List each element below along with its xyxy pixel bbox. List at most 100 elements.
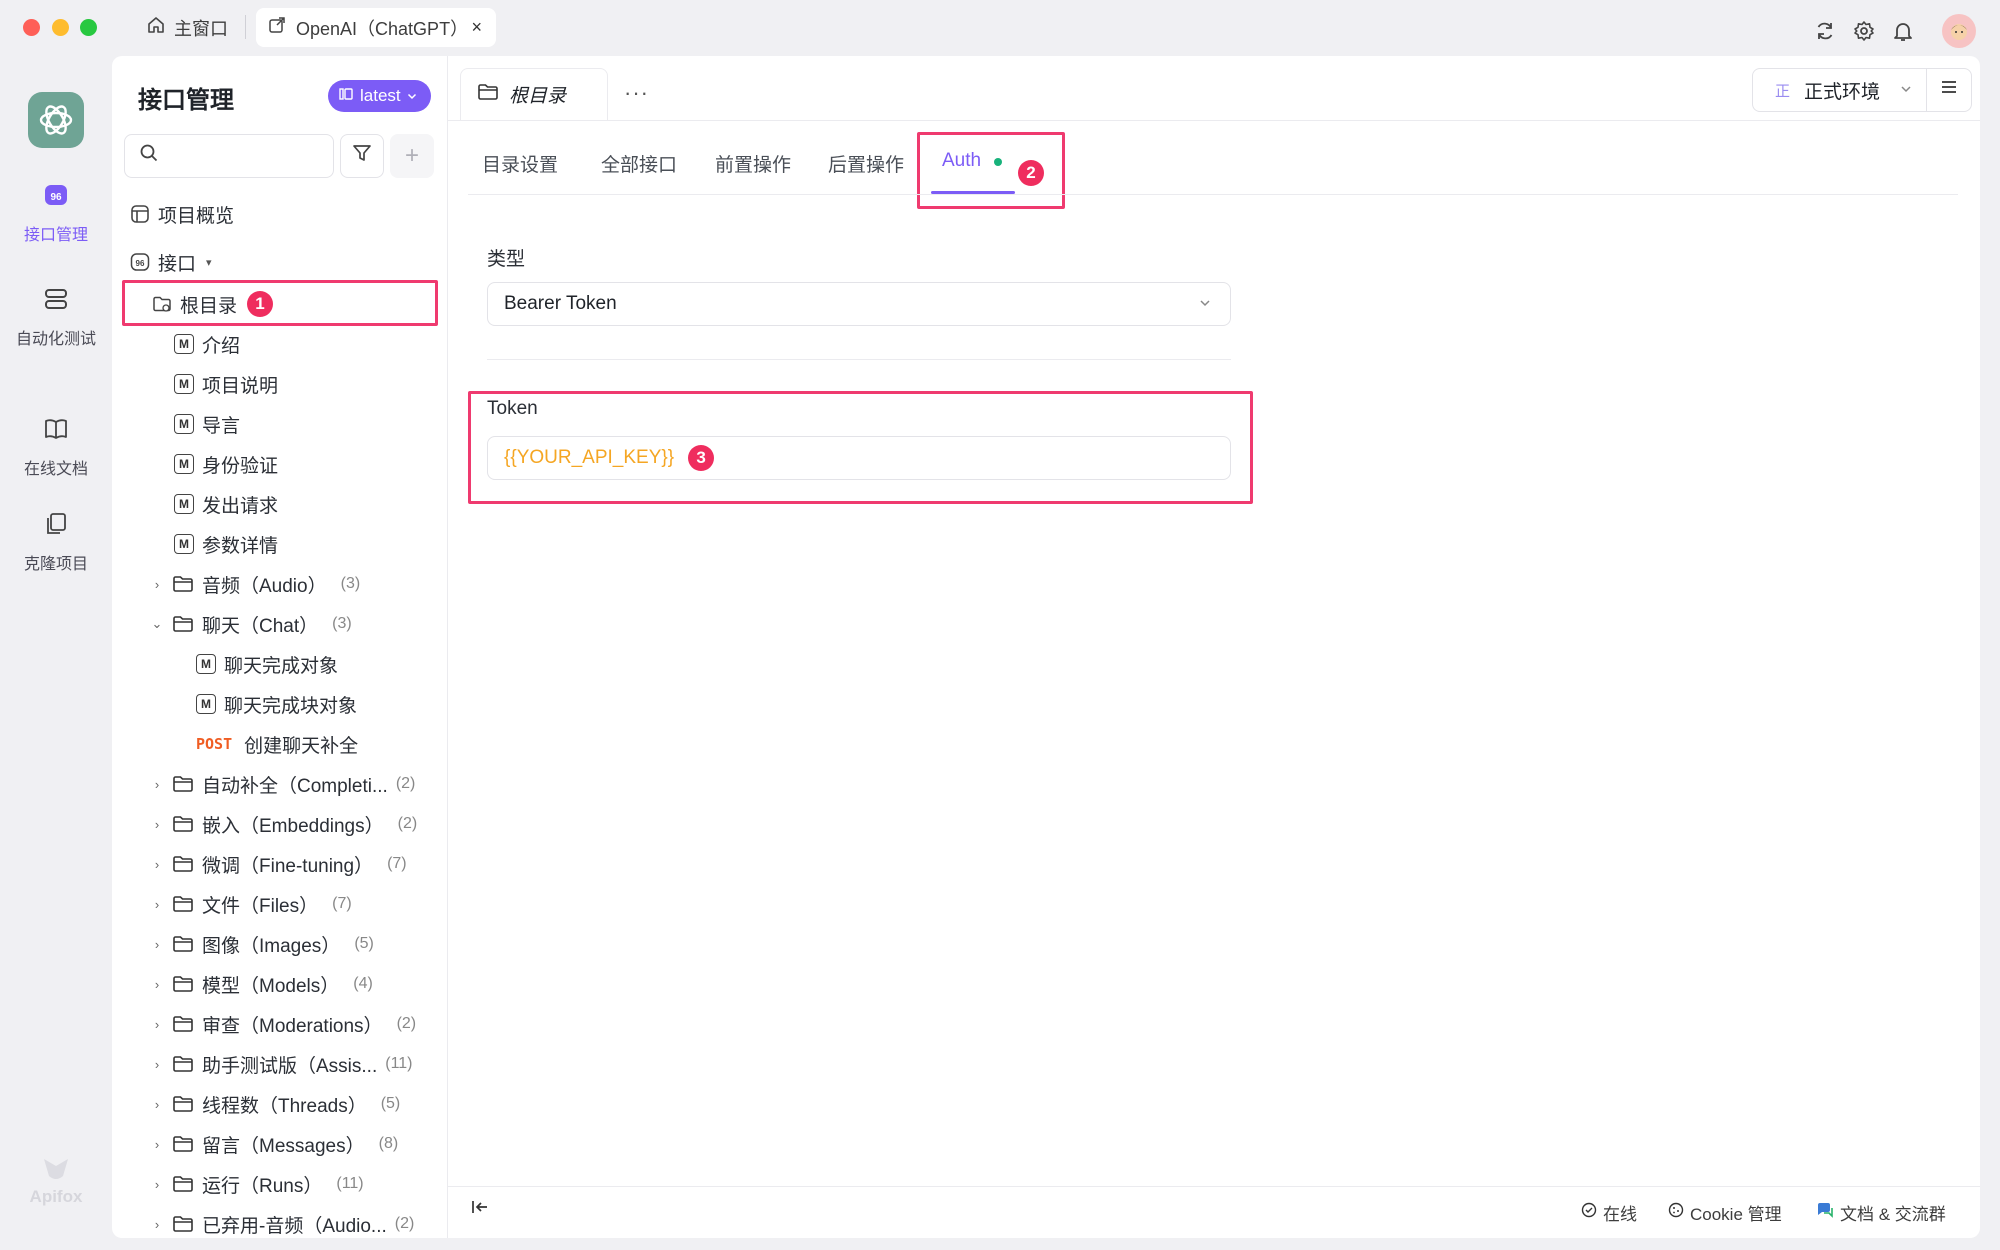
chevron-down-icon bbox=[1900, 82, 1912, 98]
left-nav-rail: 96 接口管理 自动化测试 在线文档 克隆项目 Apifox bbox=[0, 56, 112, 1250]
tree-folder[interactable]: › 文件（Files） (7) bbox=[112, 884, 447, 924]
collapse-sidebar-icon[interactable] bbox=[470, 1198, 490, 1221]
tree-count: (8) bbox=[378, 1135, 399, 1152]
nav-automation-test[interactable]: 自动化测试 bbox=[0, 286, 112, 349]
tree-folder[interactable]: › 模型（Models） (4) bbox=[112, 964, 447, 1004]
openai-logo-icon[interactable] bbox=[28, 92, 84, 148]
close-tab-icon[interactable]: × bbox=[471, 17, 482, 38]
title-bar: 主窗口 OpenAI（ChatGPT） × bbox=[0, 0, 2000, 56]
nav-label: 自动化测试 bbox=[15, 331, 96, 348]
tree-item-doc[interactable]: M 发出请求 bbox=[112, 484, 447, 524]
tree-label: 参数详情 bbox=[202, 535, 279, 557]
tree-label: 运行（Runs） bbox=[202, 1175, 323, 1197]
sidebar-search-input[interactable] bbox=[124, 134, 334, 178]
folder-icon bbox=[477, 82, 499, 108]
tree-item-api-root[interactable]: 96 接口 ▾ bbox=[112, 242, 447, 282]
folder-icon bbox=[172, 1134, 194, 1154]
tab-post-operations[interactable]: 后置操作 bbox=[828, 150, 904, 177]
folder-icon bbox=[172, 1214, 194, 1234]
close-window-button[interactable] bbox=[23, 19, 40, 36]
divider bbox=[487, 359, 1231, 360]
tree-folder[interactable]: › 留言（Messages） (8) bbox=[112, 1124, 447, 1164]
highlight-box-auth bbox=[917, 132, 1065, 209]
tree-folder[interactable]: › 图像（Images） (5) bbox=[112, 924, 447, 964]
folder-icon bbox=[172, 854, 194, 874]
folder-icon bbox=[172, 934, 194, 954]
more-icon[interactable]: ··· bbox=[624, 80, 649, 106]
folder-icon bbox=[172, 614, 194, 634]
home-icon bbox=[146, 15, 166, 40]
doc-tab-root[interactable]: 根目录 bbox=[460, 68, 608, 120]
tree-item-endpoint[interactable]: POST 创建聊天补全 bbox=[112, 724, 447, 764]
tree-label: 自动补全（Completi... bbox=[202, 775, 388, 797]
tree-folder[interactable]: › 审查（Moderations） (2) bbox=[112, 1004, 447, 1044]
tree-count: (11) bbox=[385, 1055, 413, 1072]
cookie-manager[interactable]: Cookie 管理 bbox=[1668, 1200, 1782, 1225]
sidebar-title: 接口管理 bbox=[138, 87, 234, 114]
tree-folder[interactable]: › 嵌入（Embeddings） (2) bbox=[112, 804, 447, 844]
refresh-icon[interactable] bbox=[1811, 17, 1839, 45]
tab-directory-settings[interactable]: 目录设置 bbox=[482, 150, 558, 177]
docs-community[interactable]: 文档 & 交流群 bbox=[1816, 1200, 1946, 1225]
nav-api-management[interactable]: 96 接口管理 bbox=[0, 182, 112, 245]
tree-item-doc[interactable]: M 介绍 bbox=[112, 324, 447, 364]
tree-label: 文件（Files） bbox=[202, 895, 319, 917]
version-badge[interactable]: latest bbox=[328, 80, 431, 112]
apifox-label: Apifox bbox=[29, 1187, 83, 1206]
chevron-down-icon bbox=[407, 86, 417, 106]
tree-item-doc[interactable]: M 参数详情 bbox=[112, 524, 447, 564]
auth-type-select[interactable]: Bearer Token bbox=[487, 282, 1231, 326]
tree-item-doc[interactable]: M 身份验证 bbox=[112, 444, 447, 484]
doc-tab-label: 根目录 bbox=[509, 86, 567, 107]
gear-icon[interactable] bbox=[1850, 17, 1878, 45]
tree-count: (7) bbox=[332, 895, 352, 912]
minimize-window-button[interactable] bbox=[52, 19, 69, 36]
overview-icon bbox=[130, 204, 150, 224]
tab-pre-operations[interactable]: 前置操作 bbox=[715, 150, 791, 177]
tree-folder-chat[interactable]: ⌄ 聊天（Chat） (3) bbox=[112, 604, 447, 644]
tree-item-doc[interactable]: M 聊天完成对象 bbox=[112, 644, 447, 684]
tree-item-doc[interactable]: M 导言 bbox=[112, 404, 447, 444]
markdown-icon: M bbox=[174, 414, 194, 434]
automation-icon bbox=[43, 286, 69, 317]
divider bbox=[448, 1186, 1980, 1187]
nav-online-docs[interactable]: 在线文档 bbox=[0, 416, 112, 479]
filter-button[interactable] bbox=[340, 134, 384, 178]
chevron-right-icon: › bbox=[154, 1056, 160, 1072]
tree-folder[interactable]: › 助手测试版（Assis... (11) bbox=[112, 1044, 447, 1084]
chevron-right-icon: › bbox=[154, 776, 160, 792]
tab-all-apis[interactable]: 全部接口 bbox=[601, 150, 677, 177]
tree-item-project-overview[interactable]: 项目概览 bbox=[112, 194, 447, 234]
home-window-tab[interactable]: 主窗口 bbox=[146, 8, 246, 47]
tree-label: 嵌入（Embeddings） bbox=[202, 815, 384, 837]
tree-folder[interactable]: › 运行（Runs） (11) bbox=[112, 1164, 447, 1204]
tree-folder[interactable]: › 已弃用-音频（Audio... (2) bbox=[112, 1204, 447, 1238]
project-window-tab[interactable]: OpenAI（ChatGPT） × bbox=[256, 8, 496, 47]
tree-label: 介绍 bbox=[202, 335, 241, 357]
env-menu-button[interactable] bbox=[1926, 68, 1972, 112]
tree-folder[interactable]: › 线程数（Threads） (5) bbox=[112, 1084, 447, 1124]
book-icon bbox=[43, 416, 69, 447]
tree-label: 审查（Moderations） bbox=[202, 1015, 383, 1037]
chevron-right-icon: › bbox=[154, 896, 160, 912]
tree-label: 模型（Models） bbox=[202, 975, 340, 997]
user-avatar[interactable] bbox=[1942, 14, 1976, 48]
tree-folder-audio[interactable]: › 音频（Audio） (3) bbox=[112, 564, 447, 604]
maximize-window-button[interactable] bbox=[80, 19, 97, 36]
tab-divider bbox=[245, 15, 246, 39]
markdown-icon: M bbox=[196, 694, 216, 714]
tree-item-doc[interactable]: M 聊天完成块对象 bbox=[112, 684, 447, 724]
docs-label: 文档 & 交流群 bbox=[1840, 1205, 1946, 1224]
add-button[interactable]: + bbox=[390, 134, 434, 178]
tree-item-doc[interactable]: M 项目说明 bbox=[112, 364, 447, 404]
check-circle-icon bbox=[1581, 1202, 1597, 1223]
bell-icon[interactable] bbox=[1889, 17, 1917, 45]
environment-select[interactable]: 正 正式环境 bbox=[1752, 68, 1927, 112]
markdown-icon: M bbox=[174, 494, 194, 514]
online-status[interactable]: 在线 bbox=[1581, 1200, 1637, 1225]
apifox-footer-logo: Apifox bbox=[0, 1156, 112, 1207]
api-small-icon: 96 bbox=[130, 252, 150, 272]
tree-folder[interactable]: › 自动补全（Completi... (2) bbox=[112, 764, 447, 804]
tree-folder[interactable]: › 微调（Fine-tuning） (7) bbox=[112, 844, 447, 884]
nav-clone-project[interactable]: 克隆项目 bbox=[0, 511, 112, 574]
